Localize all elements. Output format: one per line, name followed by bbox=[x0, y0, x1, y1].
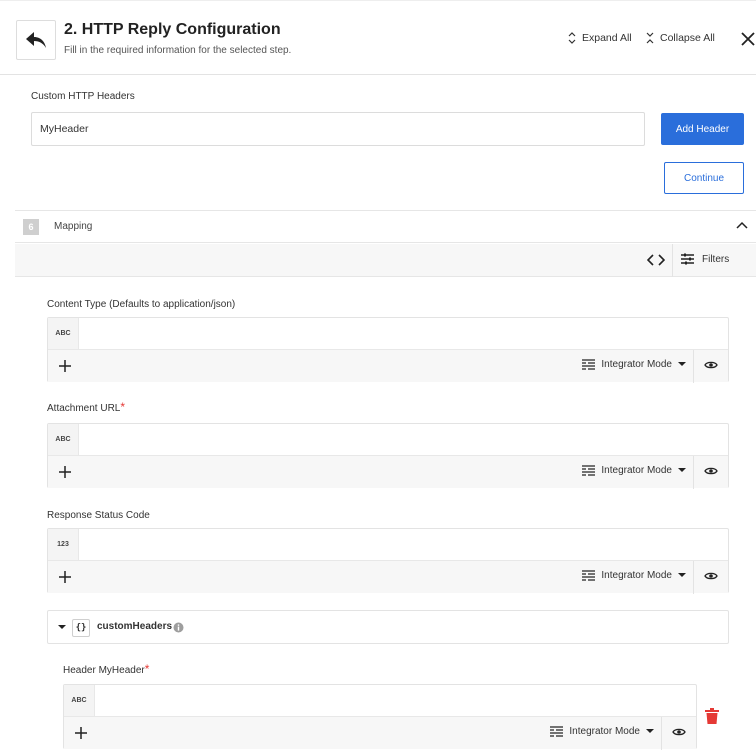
integrator-mode-select[interactable]: Integrator Mode bbox=[582, 465, 686, 476]
custom-headers-label: Custom HTTP Headers bbox=[31, 91, 135, 102]
mode-label: Integrator Mode bbox=[601, 570, 672, 581]
mode-icon bbox=[582, 570, 596, 581]
field-label-text: Header MyHeader bbox=[63, 665, 145, 676]
field-label-content-type: Content Type (Defaults to application/js… bbox=[47, 296, 235, 310]
collapse-all-button[interactable]: Collapse All bbox=[646, 32, 715, 44]
plus-icon[interactable] bbox=[58, 465, 72, 479]
field-footer: Integrator Mode bbox=[48, 455, 728, 489]
field-footer: Integrator Mode bbox=[64, 716, 696, 750]
eye-icon[interactable] bbox=[704, 360, 718, 370]
mode-label: Integrator Mode bbox=[601, 465, 672, 476]
continue-button[interactable]: Continue bbox=[664, 162, 744, 194]
page-title: 2. HTTP Reply Configuration bbox=[64, 21, 281, 38]
plus-icon[interactable] bbox=[74, 726, 88, 740]
caret-down-icon bbox=[678, 468, 686, 472]
mode-label: Integrator Mode bbox=[601, 359, 672, 370]
back-arrow-icon bbox=[26, 32, 46, 48]
code-view-icon[interactable] bbox=[647, 252, 665, 268]
mode-icon bbox=[582, 465, 596, 476]
field-content-type: ABC Integrator Mode bbox=[47, 317, 729, 383]
eye-divider bbox=[693, 456, 694, 489]
field-label-header-myheader: Header MyHeader* bbox=[63, 662, 149, 676]
eye-icon[interactable] bbox=[704, 571, 718, 581]
field-footer: Integrator Mode bbox=[48, 349, 728, 383]
plus-icon[interactable] bbox=[58, 570, 72, 584]
custom-header-input[interactable] bbox=[31, 112, 645, 146]
close-icon[interactable] bbox=[740, 31, 756, 47]
info-icon[interactable] bbox=[173, 622, 184, 633]
attachment-url-input[interactable] bbox=[80, 424, 728, 455]
mode-icon bbox=[550, 726, 564, 737]
field-label-attachment-url: Attachment URL* bbox=[47, 400, 125, 414]
filters-button[interactable]: Filters bbox=[681, 253, 729, 265]
expand-all-label: Expand All bbox=[582, 32, 632, 44]
filters-icon bbox=[681, 253, 694, 265]
field-label-text: Content Type (Defaults to application/js… bbox=[47, 299, 236, 310]
eye-icon[interactable] bbox=[672, 727, 686, 737]
type-badge: 123 bbox=[48, 529, 79, 560]
add-header-button[interactable]: Add Header bbox=[661, 113, 744, 145]
field-attachment-url: ABC Integrator Mode bbox=[47, 423, 729, 489]
custom-headers-object-row[interactable]: {} customHeaders bbox=[47, 610, 729, 644]
type-badge: ABC bbox=[48, 424, 79, 455]
step-header: 2. HTTP Reply Configuration Fill in the … bbox=[0, 0, 756, 75]
eye-divider bbox=[693, 561, 694, 594]
field-response-status-code: 123 Integrator Mode bbox=[47, 528, 729, 594]
page-subtitle: Fill in the required information for the… bbox=[64, 45, 292, 56]
field-label-text: Attachment URL bbox=[47, 403, 121, 414]
integrator-mode-select[interactable]: Integrator Mode bbox=[582, 359, 686, 370]
field-label-text: Response Status Code bbox=[47, 510, 150, 521]
integrator-mode-select[interactable]: Integrator Mode bbox=[582, 570, 686, 581]
caret-down-icon[interactable] bbox=[58, 625, 66, 630]
header-myheader-input[interactable] bbox=[96, 685, 696, 716]
mode-icon bbox=[582, 359, 596, 370]
content-type-input[interactable] bbox=[80, 318, 728, 349]
trash-icon[interactable] bbox=[705, 708, 719, 724]
type-badge: ABC bbox=[48, 318, 79, 349]
caret-down-icon bbox=[678, 573, 686, 577]
mapping-section-header[interactable]: 6 Mapping bbox=[15, 210, 756, 243]
step-number-badge: 6 bbox=[23, 219, 39, 235]
toolbar-divider bbox=[672, 244, 673, 277]
collapse-all-label: Collapse All bbox=[660, 32, 715, 44]
integrator-mode-select[interactable]: Integrator Mode bbox=[550, 726, 654, 737]
object-icon: {} bbox=[72, 619, 90, 637]
filters-label: Filters bbox=[702, 253, 730, 265]
chevron-up-icon[interactable] bbox=[736, 221, 748, 231]
mapping-label: Mapping bbox=[54, 221, 93, 232]
field-footer: Integrator Mode bbox=[48, 560, 728, 594]
plus-icon[interactable] bbox=[58, 359, 72, 373]
field-label-response-status-code: Response Status Code bbox=[47, 507, 150, 521]
caret-down-icon bbox=[646, 729, 654, 733]
custom-headers-object-label: customHeaders bbox=[97, 621, 173, 632]
mapping-toolbar: Filters bbox=[15, 244, 756, 277]
required-marker: * bbox=[144, 662, 150, 676]
caret-down-icon bbox=[678, 362, 686, 366]
expand-icon bbox=[568, 32, 576, 44]
back-button[interactable] bbox=[16, 20, 56, 60]
eye-icon[interactable] bbox=[704, 466, 718, 476]
eye-divider bbox=[693, 350, 694, 383]
collapse-icon bbox=[646, 32, 654, 44]
mode-label: Integrator Mode bbox=[569, 726, 640, 737]
field-header-myheader: ABC Integrator Mode bbox=[63, 684, 697, 750]
eye-divider bbox=[661, 717, 662, 750]
type-badge: ABC bbox=[64, 685, 95, 716]
expand-all-button[interactable]: Expand All bbox=[568, 32, 632, 44]
required-marker: * bbox=[120, 400, 126, 414]
response-status-code-input[interactable] bbox=[80, 529, 728, 560]
